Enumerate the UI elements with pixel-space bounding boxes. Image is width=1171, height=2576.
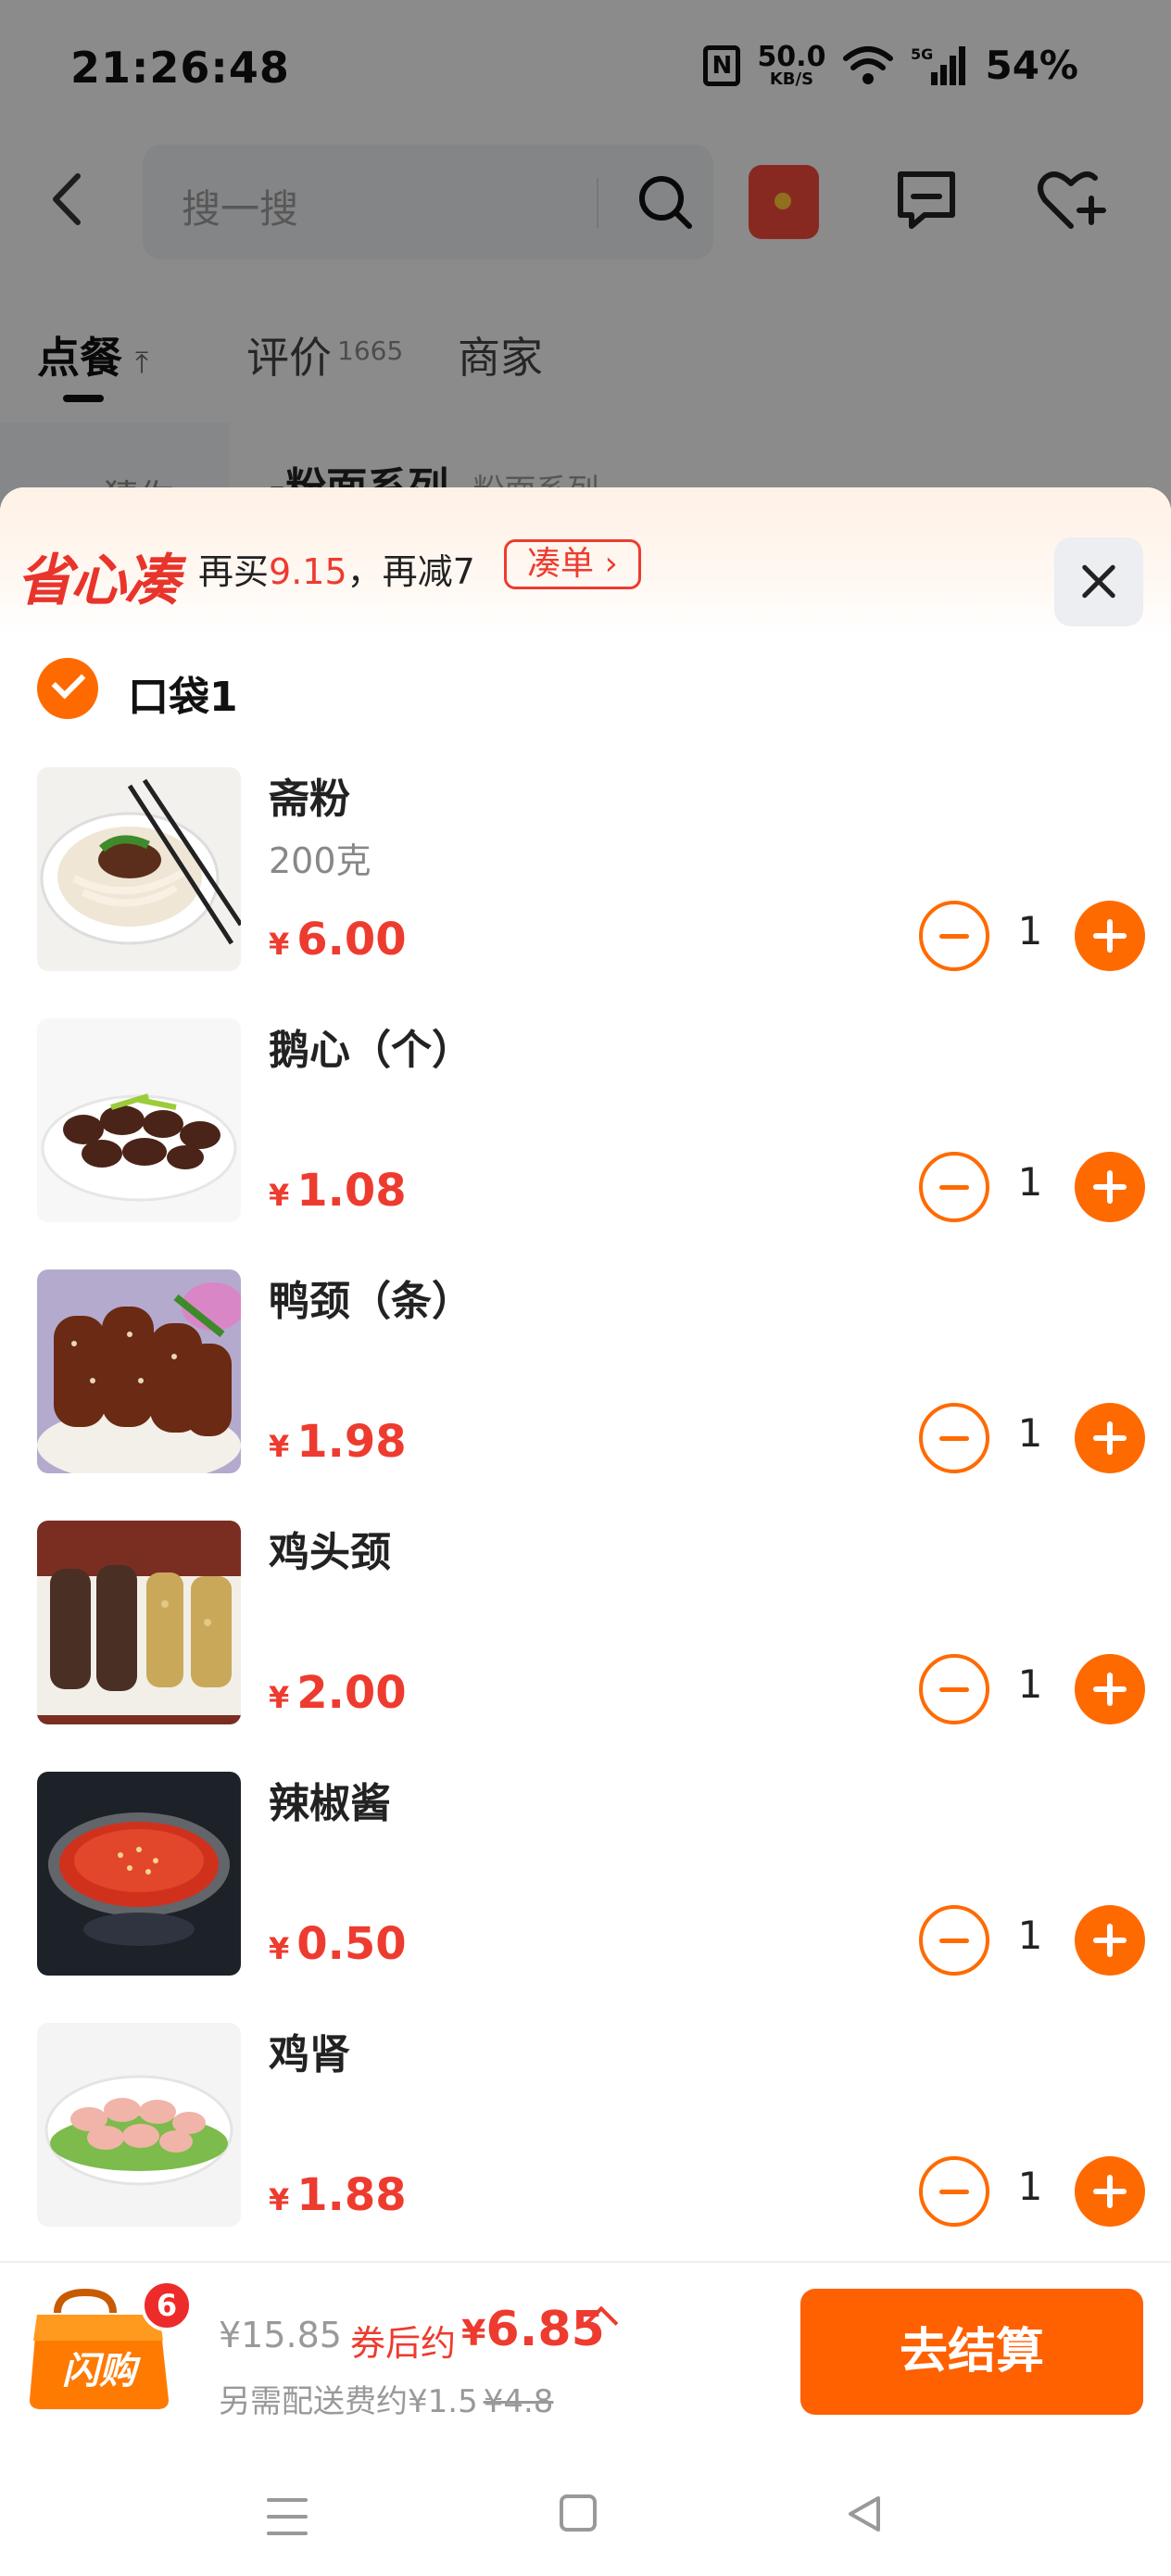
item-price: ¥1.98	[269, 1416, 407, 1468]
add-on-button[interactable]: 凑单 ›	[504, 539, 641, 589]
home-icon[interactable]	[560, 2494, 597, 2532]
item-price: ¥0.50	[269, 1918, 407, 1970]
increase-quantity-button[interactable]	[1075, 901, 1145, 971]
item-name: 鸡头颈	[269, 1529, 391, 1576]
back-triangle-icon[interactable]	[843, 2493, 886, 2535]
cart-item: 鸡头颈 ¥2.00 1	[0, 1519, 1171, 1770]
decrease-quantity-button[interactable]	[919, 901, 989, 971]
increase-quantity-button[interactable]	[1075, 2156, 1145, 2227]
bag-label: 口袋1	[128, 674, 238, 721]
close-icon[interactable]	[1054, 537, 1143, 626]
cart-item-list: 斋粉 200克 ¥6.00 1 鹅心（个） ¥1.08 1 鸭颈（条） ¥1.9…	[0, 765, 1171, 2272]
increase-quantity-button[interactable]	[1075, 1403, 1145, 1473]
original-total: ¥15.85	[219, 2315, 342, 2355]
system-nav-bar	[0, 2446, 1171, 2576]
cart-item: 鹅心（个） ¥1.08 1	[0, 1017, 1171, 1268]
delivery-fee: 另需配送费约¥1.5 ¥4.8	[219, 2383, 554, 2420]
promo-logo: 省心凑	[17, 549, 180, 613]
cart-count-badge: 6	[141, 2279, 193, 2331]
item-spec: 200克	[269, 840, 371, 881]
item-price: ¥1.08	[269, 1165, 407, 1217]
cart-item: 辣椒酱 ¥0.50 1	[0, 1770, 1171, 2021]
quantity-value: 1	[1017, 1913, 1043, 1958]
decrease-quantity-button[interactable]	[919, 1905, 989, 1976]
item-name: 鸭颈（条）	[269, 1278, 472, 1325]
checkout-bar: 闪购 6 ¥15.85 券后约 ¥6.85 另需配送费约¥1.5 ¥4.8 去结算	[0, 2261, 1171, 2446]
bag-select-checkbox[interactable]	[37, 658, 98, 719]
item-price: ¥2.00	[269, 1667, 407, 1719]
cart-item: 鸭颈（条） ¥1.98 1	[0, 1268, 1171, 1519]
promo-text: 再买9.15，再减7	[198, 551, 475, 592]
cart-item: 鸡肾 ¥1.88 1	[0, 2021, 1171, 2272]
bag-icon-text: 闪购	[62, 2350, 141, 2393]
decrease-quantity-button[interactable]	[919, 1654, 989, 1724]
item-name: 辣椒酱	[269, 1780, 391, 1827]
quantity-value: 1	[1017, 908, 1043, 953]
increase-quantity-button[interactable]	[1075, 1905, 1145, 1976]
after-coupon-label: 券后约	[350, 2323, 457, 2364]
item-name: 鹅心（个）	[269, 1027, 472, 1074]
item-name: 鸡肾	[269, 2031, 350, 2078]
promo-bar: 省心凑 再买9.15，再减7 凑单 ›	[0, 487, 1171, 636]
decrease-quantity-button[interactable]	[919, 2156, 989, 2227]
after-coupon-price[interactable]: ¥6.85	[461, 2302, 605, 2357]
increase-quantity-button[interactable]	[1075, 1654, 1145, 1724]
item-image[interactable]	[37, 767, 241, 971]
quantity-value: 1	[1017, 2164, 1043, 2209]
checkout-button[interactable]: 去结算	[800, 2289, 1143, 2415]
item-image[interactable]	[37, 2023, 241, 2227]
cart-item: 斋粉 200克 ¥6.00 1	[0, 765, 1171, 1017]
item-image[interactable]	[37, 1521, 241, 1724]
quantity-value: 1	[1017, 1661, 1043, 1707]
item-price: ¥1.88	[269, 2169, 407, 2221]
quantity-value: 1	[1017, 1410, 1043, 1456]
modal-overlay[interactable]	[0, 0, 1171, 519]
item-image[interactable]	[37, 1772, 241, 1976]
quantity-value: 1	[1017, 1159, 1043, 1205]
menu-icon[interactable]	[267, 2498, 308, 2535]
increase-quantity-button[interactable]	[1075, 1152, 1145, 1222]
decrease-quantity-button[interactable]	[919, 1403, 989, 1473]
item-price: ¥6.00	[269, 914, 407, 966]
item-image[interactable]	[37, 1018, 241, 1222]
item-name: 斋粉	[269, 776, 350, 823]
item-image[interactable]	[37, 1269, 241, 1473]
decrease-quantity-button[interactable]	[919, 1152, 989, 1222]
